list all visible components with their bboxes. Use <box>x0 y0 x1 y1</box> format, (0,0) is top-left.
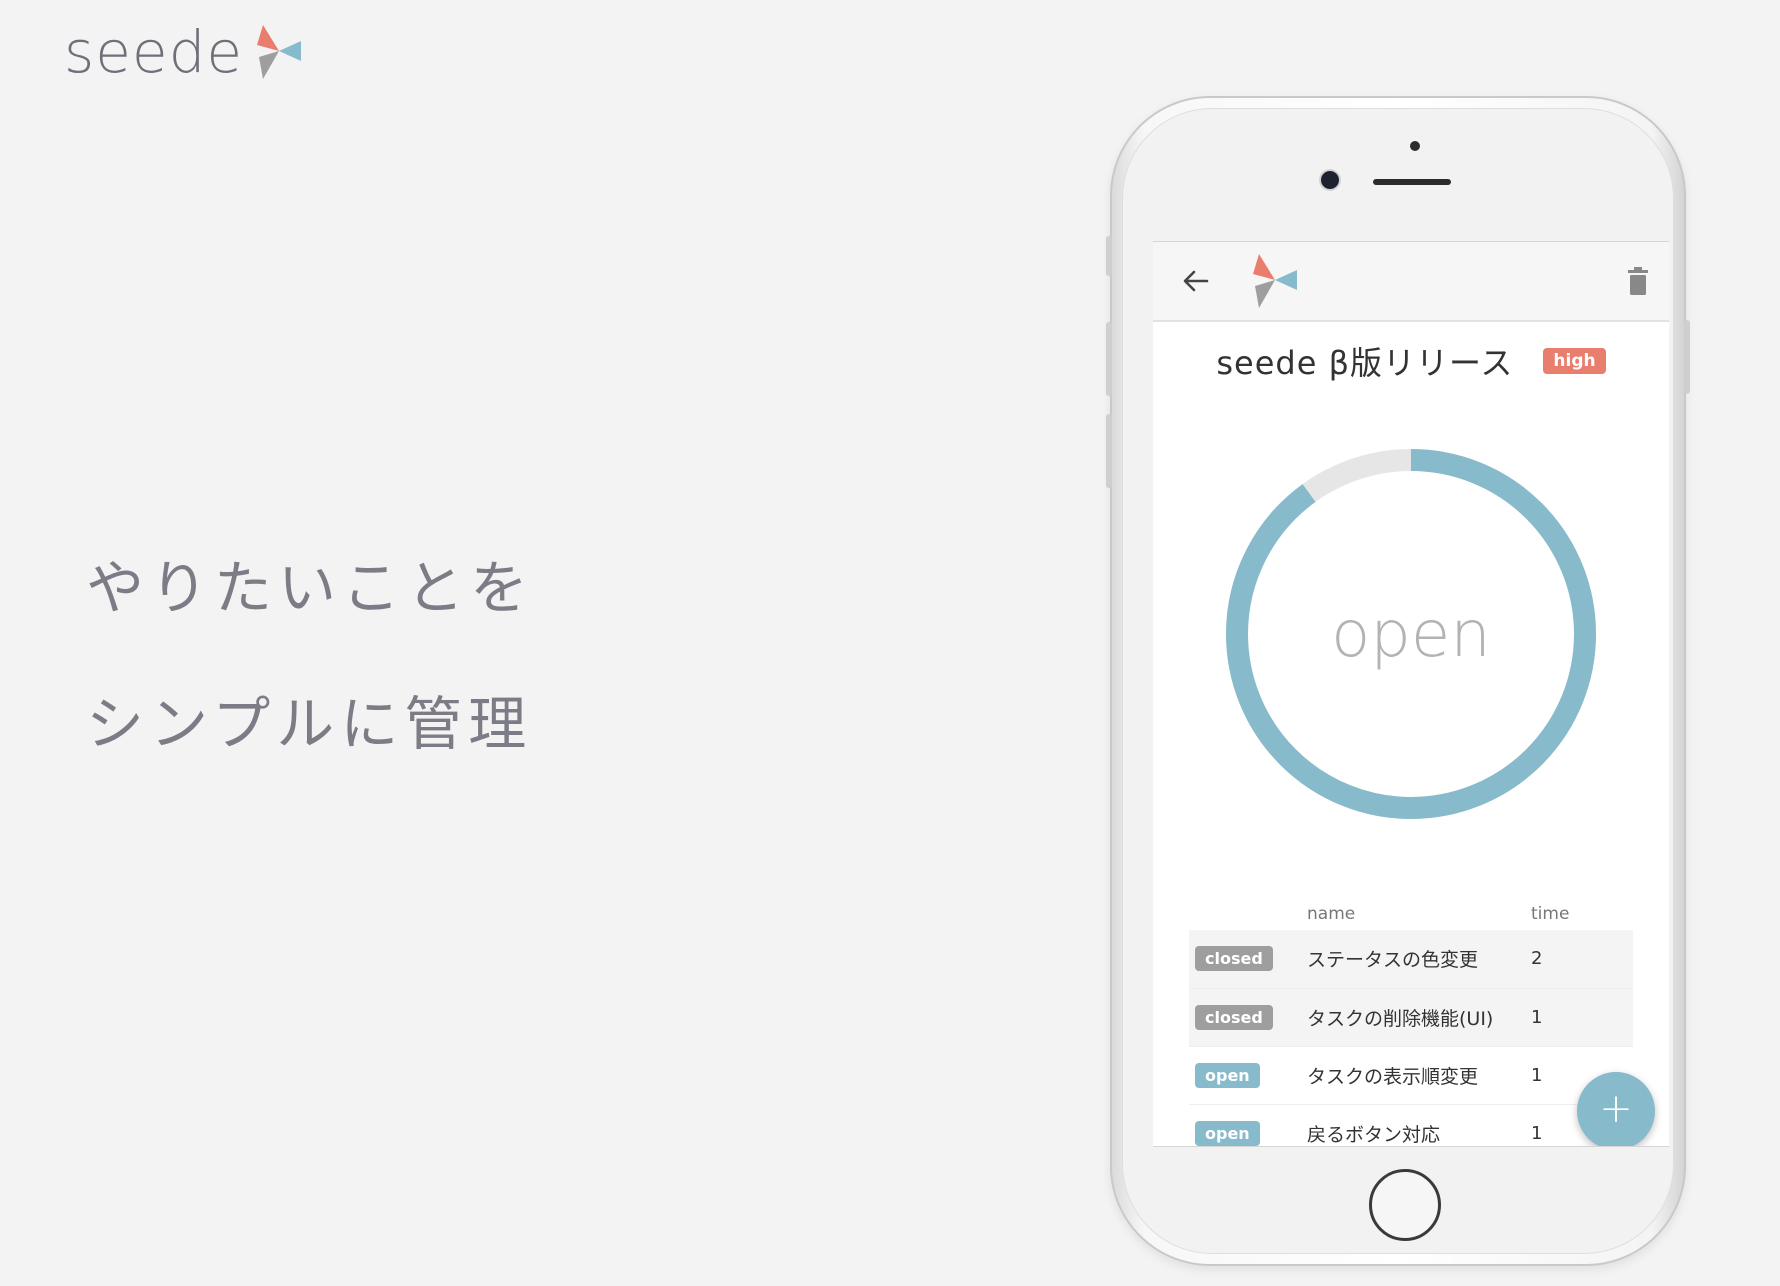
status-header <box>1189 898 1306 930</box>
task-header: seede β版リリース high <box>1153 338 1669 384</box>
brand-name: seede <box>64 18 244 86</box>
time-header: time <box>1531 904 1570 924</box>
home-button[interactable] <box>1369 1169 1441 1241</box>
table-row[interactable]: open 戻るボタン対応 1 <box>1189 1104 1633 1146</box>
arrow-left-icon[interactable] <box>1181 266 1211 296</box>
table-row[interactable]: closed ステータスの色変更 2 <box>1189 930 1633 988</box>
phone-camera <box>1321 171 1339 189</box>
tagline-line-2: シンプルに管理 <box>86 690 533 758</box>
task-time: 1 <box>1531 1006 1543 1028</box>
task-name: ステータスの色変更 <box>1307 949 1479 972</box>
task-table: name time closed ステータスの色変更 2 closed タスクの… <box>1189 898 1633 1146</box>
priority-badge: high <box>1543 348 1606 374</box>
trash-icon[interactable] <box>1627 266 1649 296</box>
table-header-row: name time <box>1189 898 1633 930</box>
seede-logo-icon <box>1253 254 1297 308</box>
tagline-line-1: やりたいことを <box>86 554 535 622</box>
seede-logo-icon <box>257 25 302 79</box>
tagline: やりたいことを シンプルに管理 <box>86 520 534 792</box>
task-title: seede β版リリース <box>1216 344 1514 382</box>
app-bar <box>1153 242 1669 322</box>
task-time: 2 <box>1531 948 1543 970</box>
phone-speaker <box>1373 179 1451 185</box>
phone-body: seede β版リリース high open name time closed … <box>1122 108 1674 1254</box>
name-header: name <box>1307 904 1356 924</box>
table-row[interactable]: closed タスクの削除機能(UI) 1 <box>1189 988 1633 1046</box>
phone-side-button <box>1106 322 1112 396</box>
add-task-button[interactable]: + <box>1577 1072 1655 1146</box>
task-name: タスクの削除機能(UI) <box>1307 1007 1494 1030</box>
phone-side-button <box>1106 414 1112 488</box>
status-badge: closed <box>1195 946 1273 972</box>
status-badge: open <box>1195 1120 1260 1146</box>
brand: seede <box>64 18 303 86</box>
app-screen: seede β版リリース high open name time closed … <box>1153 241 1669 1147</box>
progress-ring: open <box>1226 449 1596 819</box>
progress-label: open <box>1331 598 1491 672</box>
task-name: 戻るボタン対応 <box>1307 1123 1441 1146</box>
phone-side-button <box>1106 236 1112 276</box>
status-badge: closed <box>1195 1004 1273 1030</box>
table-row[interactable]: open タスクの表示順変更 1 <box>1189 1046 1633 1104</box>
phone-mockup: seede β版リリース high open name time closed … <box>1106 96 1690 1266</box>
status-badge: open <box>1195 1062 1260 1088</box>
task-name: タスクの表示順変更 <box>1307 1065 1479 1088</box>
phone-side-button <box>1684 320 1690 394</box>
phone-sensor <box>1410 141 1420 151</box>
